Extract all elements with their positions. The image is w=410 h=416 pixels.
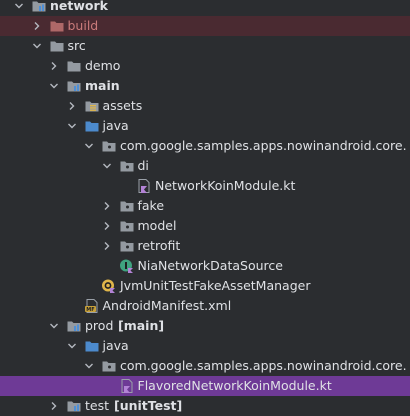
- module-folder-icon: [31, 0, 47, 16]
- chevron-down-icon[interactable]: [66, 116, 78, 136]
- tree-row-label: prod: [85, 318, 114, 333]
- excluded-folder-icon: [49, 16, 65, 36]
- tree-row[interactable]: network: [0, 0, 410, 16]
- module-folder-icon: [66, 76, 82, 96]
- kotlin-file-icon: [136, 176, 152, 196]
- tree-row[interactable]: test [unitTest]: [0, 396, 410, 416]
- tree-row-label: JvmUnitTestFakeAssetManager: [120, 278, 311, 293]
- chevron-down-icon[interactable]: [31, 36, 43, 56]
- tree-row-label: di: [137, 158, 149, 173]
- tree-row-label: network: [50, 0, 108, 13]
- tree-row-label: test: [85, 398, 110, 413]
- package-icon: [119, 216, 135, 236]
- module-folder-icon: [66, 396, 82, 416]
- tree-row-label: java: [102, 118, 129, 133]
- chevron-right-icon[interactable]: [31, 16, 43, 36]
- folder-icon: [66, 56, 82, 76]
- tree-row[interactable]: java: [0, 336, 410, 356]
- tree-row-label: demo: [85, 58, 121, 73]
- chevron-down-icon[interactable]: [83, 356, 95, 376]
- tree-row[interactable]: retrofit: [0, 236, 410, 256]
- tree-row-label: assets: [102, 98, 143, 113]
- tree-row[interactable]: prod [main]: [0, 316, 410, 336]
- tree-row-label: main: [85, 78, 120, 93]
- source-folder-icon: [84, 116, 100, 136]
- chevron-down-icon[interactable]: [83, 136, 95, 156]
- tree-row[interactable]: MF AndroidManifest.xml: [0, 296, 410, 316]
- package-icon: [101, 356, 117, 376]
- tree-row[interactable]: src: [0, 36, 410, 56]
- tree-row-label: model: [137, 218, 177, 233]
- kotlin-file-icon: [119, 376, 135, 396]
- tree-row-label: FlavoredNetworkKoinModule.kt: [137, 378, 332, 393]
- package-icon: [119, 156, 135, 176]
- chevron-down-icon[interactable]: [66, 336, 78, 356]
- tree-row-label: build: [67, 18, 99, 33]
- svg-text:MF: MF: [86, 307, 94, 313]
- chevron-right-icon[interactable]: [48, 56, 60, 76]
- chevron-right-icon[interactable]: [101, 196, 113, 216]
- module-folder-icon: [66, 316, 82, 336]
- source-folder-icon: [84, 336, 100, 356]
- tree-row[interactable]: com.google.samples.apps.nowinandroid.cor…: [0, 136, 410, 156]
- chevron-down-icon[interactable]: [48, 76, 60, 96]
- tree-row-label: com.google.samples.apps.nowinandroid.cor…: [120, 138, 407, 153]
- package-icon: [119, 236, 135, 256]
- tree-row-label: retrofit: [137, 238, 181, 253]
- tree-row[interactable]: demo: [0, 56, 410, 76]
- tree-row[interactable]: NetworkKoinModule.kt: [0, 176, 410, 196]
- package-icon: [101, 136, 117, 156]
- tree-row[interactable]: com.google.samples.apps.nowinandroid.cor…: [0, 356, 410, 376]
- tree-row[interactable]: java: [0, 116, 410, 136]
- kotlin-interface-icon: [119, 256, 135, 276]
- tree-row-label: fake: [137, 198, 165, 213]
- chevron-down-icon[interactable]: [13, 0, 25, 16]
- folder-icon: [49, 36, 65, 56]
- tree-row[interactable]: NiaNetworkDataSource: [0, 256, 410, 276]
- tree-row[interactable]: build: [0, 16, 410, 36]
- package-icon: [119, 196, 135, 216]
- tree-row-label: java: [102, 338, 129, 353]
- tree-row[interactable]: JvmUnitTestFakeAssetManager: [0, 276, 410, 296]
- tree-row[interactable]: di: [0, 156, 410, 176]
- tree-row-label: AndroidManifest.xml: [102, 298, 232, 313]
- tree-row[interactable]: fake: [0, 196, 410, 216]
- chevron-down-icon[interactable]: [101, 156, 113, 176]
- tree-row-label: NetworkKoinModule.kt: [155, 178, 296, 193]
- manifest-file-icon: MF: [84, 296, 100, 316]
- chevron-down-icon[interactable]: [48, 316, 60, 336]
- tree-row[interactable]: FlavoredNetworkKoinModule.kt: [0, 376, 410, 396]
- chevron-right-icon[interactable]: [48, 396, 60, 416]
- tree-row-label: src: [67, 38, 86, 53]
- tree-row[interactable]: assets: [0, 96, 410, 116]
- chevron-right-icon[interactable]: [101, 236, 113, 256]
- tree-row[interactable]: main: [0, 76, 410, 96]
- chevron-right-icon[interactable]: [101, 216, 113, 236]
- tree-row-label: NiaNetworkDataSource: [137, 258, 283, 273]
- kotlin-object-icon: [101, 276, 117, 296]
- tree-row[interactable]: model: [0, 216, 410, 236]
- chevron-right-icon[interactable]: [66, 96, 78, 116]
- source-set-badge: [main]: [118, 318, 165, 333]
- project-tree: network build src demo main assets java …: [0, 0, 410, 416]
- resources-folder-icon: [84, 96, 100, 116]
- tree-row-label: com.google.samples.apps.nowinandroid.cor…: [120, 358, 407, 373]
- source-set-badge: [unitTest]: [114, 398, 183, 413]
